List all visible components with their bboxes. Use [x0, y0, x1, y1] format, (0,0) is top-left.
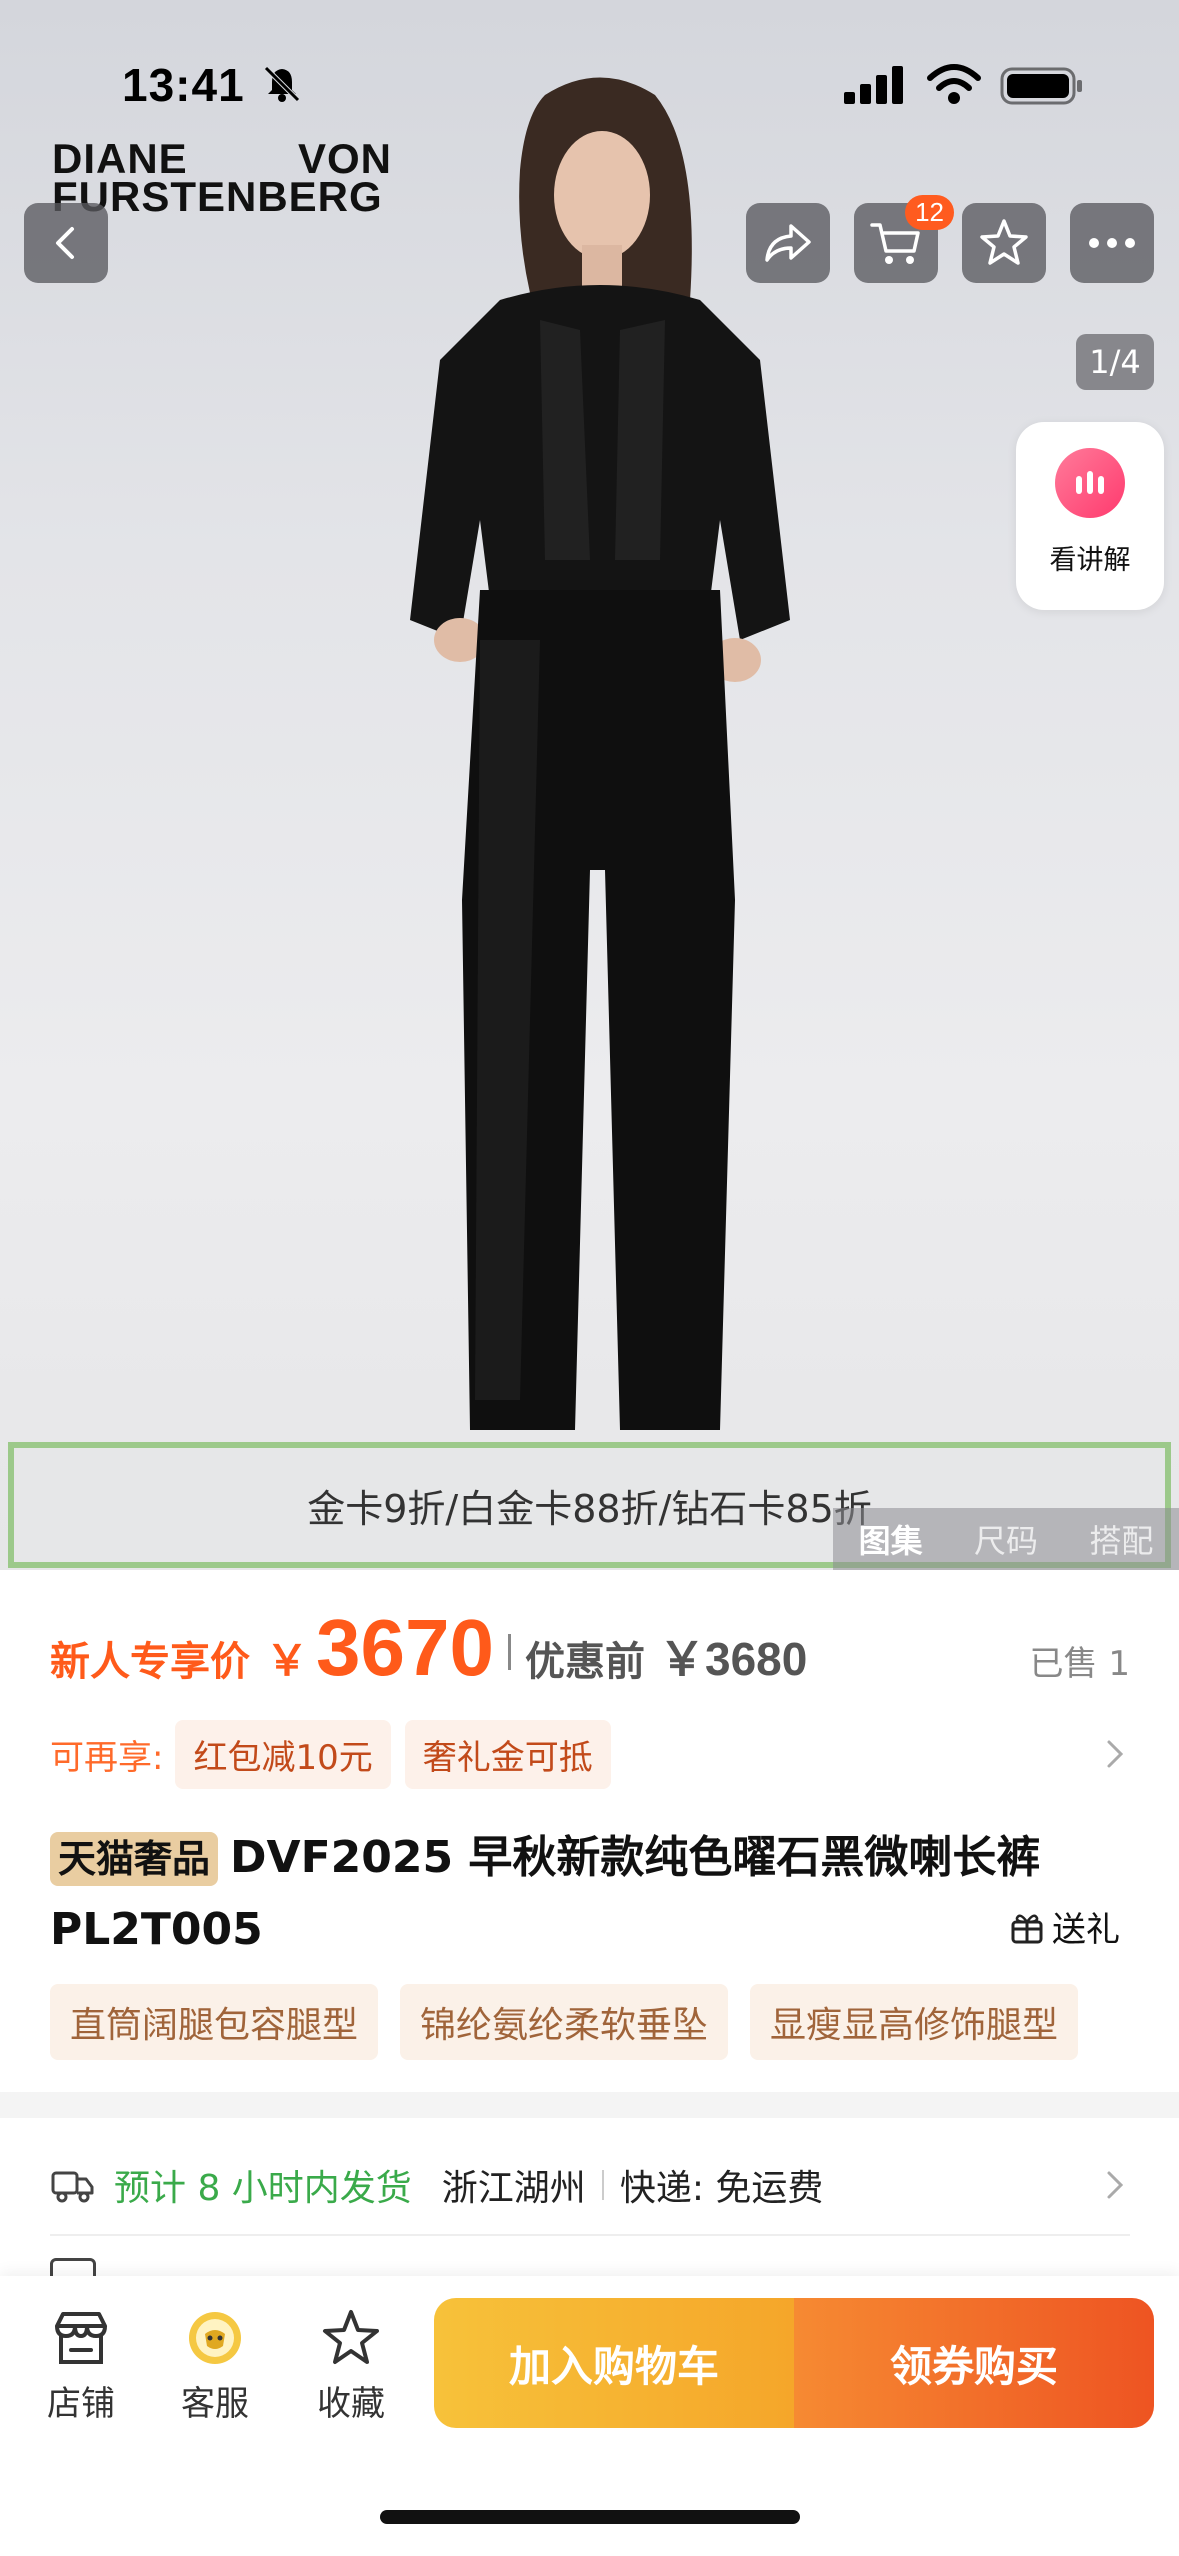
- feature-tag: 直筒阔腿包容腿型: [50, 1984, 379, 2060]
- currency-symbol: ￥: [266, 1636, 309, 1685]
- product-title-text: DVF2025 早秋新款纯色曜石黑微喇长裤: [230, 1832, 1041, 1883]
- back-button[interactable]: [24, 203, 108, 283]
- original-price-label: 优惠前: [524, 1639, 645, 1685]
- store-button[interactable]: 店铺: [26, 2306, 136, 2425]
- feature-tag: 锦纶氨纶柔软垂坠: [400, 1984, 729, 2060]
- gallery-tabs: 图集 尺码 搭配: [833, 1508, 1179, 1570]
- shipping-fee: 快递: 免运费: [619, 2168, 824, 2209]
- tab-matching[interactable]: 搭配: [1089, 1516, 1153, 1562]
- status-bar: 13:41: [0, 0, 1179, 150]
- star-icon: [980, 219, 1028, 265]
- shipping-row[interactable]: 预计 8 小时内发货 浙江湖州 快递: 免运费: [50, 2150, 1130, 2220]
- product-model-code: PL2T005: [50, 1904, 263, 1955]
- cellular-signal-icon: [844, 66, 903, 104]
- gift-icon: [1011, 1914, 1043, 1943]
- next-row-peek: [50, 2258, 1130, 2278]
- live-explain-button[interactable]: 看讲解: [1016, 422, 1164, 610]
- tmall-luxury-tag: 天猫奢品: [50, 1832, 219, 1886]
- sold-count: 已售 1: [1029, 1644, 1130, 1684]
- more-dots-icon: [1089, 238, 1135, 248]
- product-title: 天猫奢品 DVF2025 早秋新款纯色曜石黑微喇长裤 PL2T005: [50, 1822, 1130, 1966]
- delivery-truck-icon: [51, 2171, 94, 2203]
- shipping-divider: [601, 2170, 604, 2200]
- price-row: 新人专享价 ￥ 3670 优惠前 ￥3680 已售 1: [50, 1602, 1130, 1702]
- benefits-label: 可再享:: [50, 1737, 164, 1778]
- cart-button[interactable]: 12: [854, 195, 954, 283]
- share-icon: [765, 224, 811, 262]
- benefit-chip-luxury-credit: 奢礼金可抵: [404, 1719, 611, 1789]
- benefits-row[interactable]: 可再享: 红包减10元 奢礼金可抵: [50, 1716, 1130, 1792]
- chevron-right-icon: [1107, 2171, 1124, 2199]
- brand-logo: DIANE VON FURSTENBERG: [52, 135, 392, 220]
- image-counter: 1/4: [1076, 334, 1154, 390]
- gift-button[interactable]: 送礼: [1008, 1902, 1120, 1951]
- audio-bars-icon: [1055, 448, 1125, 518]
- shipping-eta: 预计 8 小时内发货: [114, 2168, 412, 2209]
- row-divider: [50, 2234, 1130, 2236]
- customer-service-button[interactable]: 客服: [160, 2306, 270, 2425]
- share-button[interactable]: [746, 203, 830, 283]
- product-image-carousel[interactable]: 13:41 DIANE VON FURSTENBERG 12 1/4 看讲解 金…: [0, 0, 1179, 1570]
- feature-tags: 直筒阔腿包容腿型 锦纶氨纶柔软垂坠 显瘦显高修饰腿型: [50, 1984, 1130, 2060]
- more-button[interactable]: [1070, 203, 1154, 283]
- coupon-buy-button[interactable]: 领券购买: [794, 2298, 1154, 2428]
- live-explain-label: 看讲解: [1049, 545, 1131, 576]
- price-label: 新人专享价: [50, 1639, 250, 1685]
- wifi-icon: [927, 64, 981, 104]
- chevron-right-icon: [1107, 1740, 1124, 1768]
- star-outline-icon: [323, 2310, 379, 2364]
- home-indicator[interactable]: [380, 2510, 800, 2524]
- benefit-chip-redpacket: 红包减10元: [175, 1719, 391, 1789]
- silent-bell-icon: [264, 66, 300, 102]
- favorite-top-button[interactable]: [962, 203, 1046, 283]
- price-divider: [507, 1634, 511, 1670]
- ship-from-city: 浙江湖州: [441, 2168, 586, 2209]
- customer-service-label: 客服: [181, 2384, 249, 2424]
- add-to-cart-button[interactable]: 加入购物车: [434, 2298, 794, 2428]
- original-price: ￥3680: [658, 1633, 808, 1685]
- customer-service-icon: [189, 2312, 241, 2364]
- store-icon: [55, 2312, 107, 2364]
- tab-size[interactable]: 尺码: [974, 1516, 1038, 1562]
- favorite-label: 收藏: [317, 2384, 385, 2424]
- feature-tag: 显瘦显高修饰腿型: [750, 1984, 1079, 2060]
- section-divider: [0, 2092, 1179, 2118]
- tab-gallery[interactable]: 图集: [859, 1516, 923, 1562]
- store-label: 店铺: [47, 2384, 115, 2424]
- status-time: 13:41: [122, 59, 245, 111]
- favorite-button[interactable]: 收藏: [296, 2306, 406, 2425]
- gift-label: 送礼: [1052, 1910, 1120, 1950]
- price-amount: 3670: [316, 1603, 494, 1692]
- chevron-left-icon: [56, 227, 74, 259]
- cart-count-badge: 12: [905, 195, 954, 230]
- battery-icon: [1000, 67, 1082, 105]
